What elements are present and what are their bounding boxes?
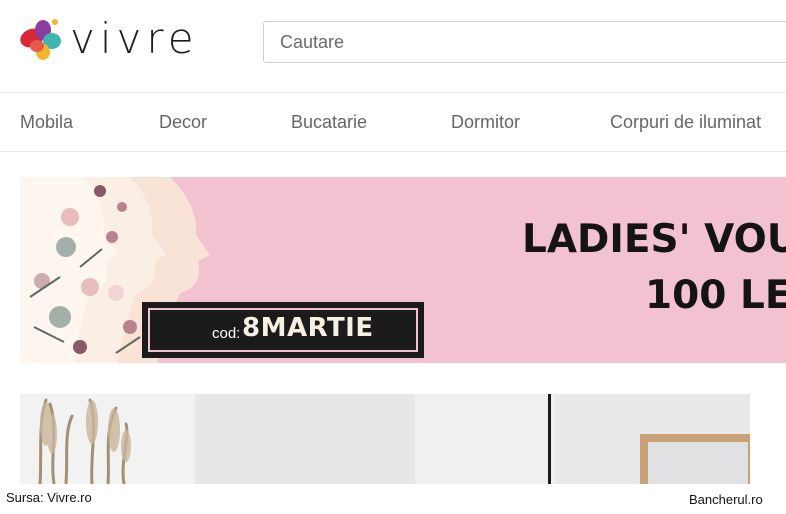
search-input[interactable] [264, 22, 786, 62]
nav-item-corpuri-de-iluminat[interactable]: Corpuri de iluminat [610, 112, 761, 133]
site-header: vivre [0, 0, 786, 93]
nav-item-decor[interactable]: Decor [159, 112, 207, 133]
flower-logo-icon [20, 19, 61, 60]
source-caption: Sursa: Vivre.ro [6, 490, 92, 505]
interior-photo-illustration [20, 394, 750, 484]
promo-amount: 100 LE [645, 273, 786, 318]
promo-code-box: cod: 8MARTIE [144, 304, 422, 356]
nav-item-bucatarie[interactable]: Bucatarie [291, 112, 367, 133]
promo-code-value: 8MARTIE [242, 313, 374, 343]
promo-headline: LADIES' VOU [522, 217, 786, 262]
credit-caption: Bancherul.ro [689, 492, 763, 507]
vivre-logo[interactable]: vivre [18, 14, 208, 66]
category-nav: Mobila Decor Bucatarie Dormitor Corpuri … [0, 93, 786, 152]
nav-item-mobila[interactable]: Mobila [20, 112, 73, 133]
nav-item-dormitor[interactable]: Dormitor [451, 112, 520, 133]
logo-wordmark: vivre [70, 14, 199, 63]
product-photo[interactable] [20, 394, 750, 484]
promo-banner[interactable]: LADIES' VOU 100 LE cod: 8MARTIE [20, 177, 786, 363]
promo-code-label: cod: [212, 325, 241, 342]
search-box[interactable] [263, 21, 786, 63]
